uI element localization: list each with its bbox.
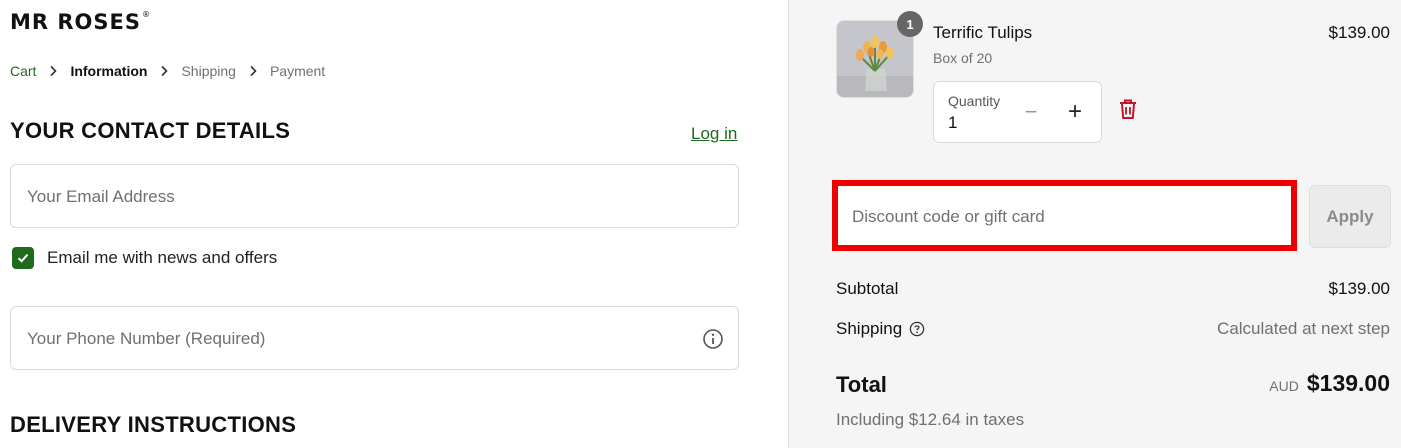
- total-price: AUD $139.00: [1269, 370, 1390, 397]
- subtotal-value: $139.00: [1328, 279, 1390, 298]
- shipping-row-label: Shipping: [836, 319, 925, 339]
- email-input[interactable]: [25, 165, 689, 229]
- product-variant: Box of 20: [933, 50, 993, 66]
- newsletter-checkbox[interactable]: [12, 247, 34, 269]
- brand-logo[interactable]: MR ROSES®: [10, 10, 151, 34]
- log-in-link[interactable]: Log in: [691, 124, 737, 144]
- chevron-right-icon: [248, 65, 258, 77]
- breadcrumb-cart[interactable]: Cart: [10, 63, 36, 79]
- shipping-label: Shipping: [836, 319, 903, 338]
- chevron-right-icon: [159, 65, 169, 77]
- breadcrumb-information: Information: [70, 63, 148, 79]
- breadcrumb: Cart Information Shipping Payment: [10, 63, 325, 79]
- breadcrumb-payment: Payment: [269, 63, 326, 79]
- registered-mark: ®: [142, 10, 151, 19]
- question-circle-icon[interactable]: [909, 321, 925, 337]
- increase-quantity-button[interactable]: +: [1063, 98, 1087, 125]
- brand-name: MR ROSES: [10, 10, 141, 34]
- total-currency: AUD: [1269, 378, 1299, 394]
- total-amount: $139.00: [1306, 370, 1390, 396]
- order-summary-panel: 1 Terrific Tulips Box of 20 $139.00 Quan…: [788, 0, 1401, 448]
- phone-input[interactable]: [25, 307, 689, 371]
- apply-discount-button[interactable]: Apply: [1309, 185, 1391, 248]
- total-label: Total: [836, 372, 887, 397]
- check-icon: [17, 253, 29, 263]
- shipping-value: Calculated at next step: [1217, 319, 1390, 338]
- delivery-instructions-heading: DELIVERY INSTRUCTIONS: [10, 412, 297, 437]
- discount-code-field: [832, 180, 1297, 251]
- discount-code-input[interactable]: [850, 186, 1274, 247]
- contact-details-heading: YOUR CONTACT DETAILS: [10, 118, 291, 143]
- tax-note: Including $12.64 in taxes: [836, 410, 1025, 429]
- newsletter-option: Email me with news and offers: [12, 247, 277, 269]
- checkout-main: MR ROSES® Cart Information Shipping Paym…: [0, 0, 788, 448]
- product-name: Terrific Tulips: [933, 23, 1033, 42]
- info-icon[interactable]: [702, 328, 724, 350]
- phone-field: [10, 306, 739, 371]
- breadcrumb-shipping: Shipping: [181, 63, 236, 79]
- trash-icon[interactable]: [1117, 97, 1139, 121]
- product-price: $139.00: [1328, 23, 1390, 42]
- newsletter-label[interactable]: Email me with news and offers: [47, 248, 277, 268]
- quantity-label: Quantity: [948, 93, 1001, 109]
- quantity-value[interactable]: 1: [948, 113, 957, 133]
- quantity-badge: 1: [897, 11, 923, 37]
- chevron-right-icon: [48, 65, 58, 77]
- subtotal-label: Subtotal: [836, 279, 899, 298]
- quantity-stepper: Quantity 1 − +: [933, 81, 1102, 143]
- decrease-quantity-button[interactable]: −: [1019, 99, 1043, 124]
- email-field: [10, 164, 739, 229]
